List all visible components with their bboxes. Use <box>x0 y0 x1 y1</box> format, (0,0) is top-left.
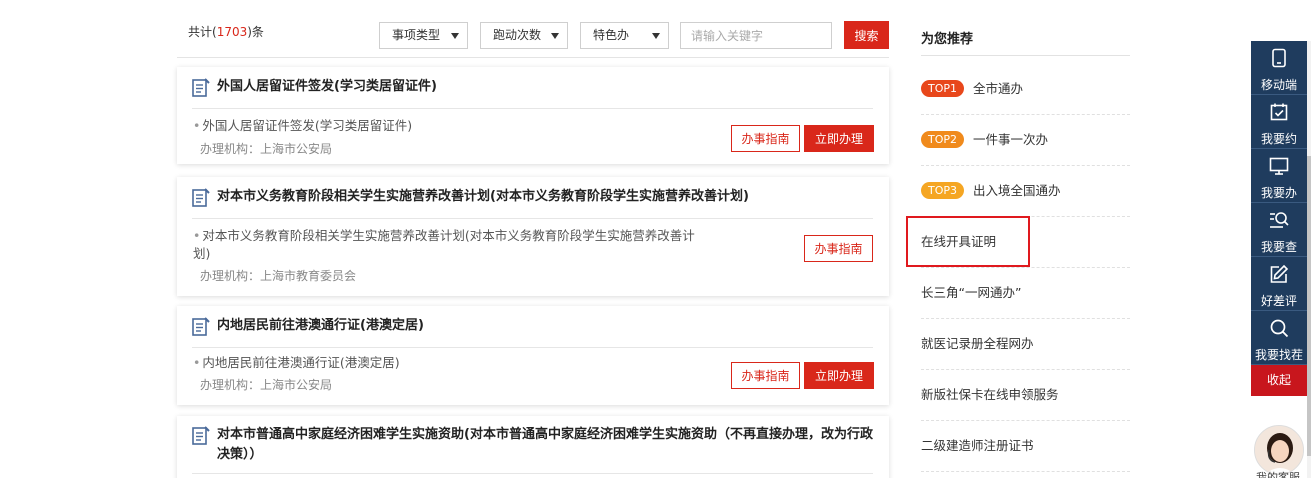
review-button[interactable]: 好差评 <box>1251 257 1307 311</box>
result-title-line2: 决策）） <box>217 447 263 462</box>
collapse-button[interactable]: 收起 <box>1251 365 1307 396</box>
result-title-line1: 对本市普通高中家庭经济困难学生实施资助(对本市普通高中家庭经济困难学生实施资助（… <box>217 427 873 442</box>
result-item-text: 内地居民前往港澳通行证(港澳定居) <box>202 355 400 370</box>
appointment-button[interactable]: 我要约 <box>1251 95 1307 149</box>
count-value: 1703 <box>216 25 248 39</box>
floating-service-bar: 移动端 我要约 我要办 我要查 好差评 我要找茬 收起 <box>1251 41 1307 396</box>
featured-select-label: 特色办 <box>593 28 630 42</box>
top-badge: TOP2 <box>921 131 965 148</box>
recommend-item[interactable]: TOP3 出入境全国通办 <box>921 166 1130 217</box>
document-icon <box>192 78 210 97</box>
edit-icon <box>1270 264 1289 283</box>
find-fault-label: 我要找茬 <box>1254 348 1303 362</box>
handle-label: 我要办 <box>1260 186 1297 200</box>
keyword-search-input[interactable] <box>680 22 832 49</box>
result-item-text: 外国人居留证件签发(学习类居留证件) <box>202 118 413 133</box>
document-icon <box>192 188 210 207</box>
count-suffix: )条 <box>247 25 264 39</box>
recommend-item-label: 一件事一次办 <box>973 132 1049 147</box>
mobile-button[interactable]: 移动端 <box>1251 41 1307 95</box>
document-icon <box>192 426 210 445</box>
recommend-divider <box>921 55 1130 56</box>
apply-now-button[interactable]: 立即办理 <box>804 125 874 152</box>
caret-down-icon <box>652 33 660 39</box>
visit-count-select-label: 跑动次数 <box>493 28 542 42</box>
result-card: 对本市普通高中家庭经济困难学生实施资助(对本市普通高中家庭经济困难学生实施资助（… <box>177 416 889 478</box>
agent-avatar-icon <box>1255 426 1303 474</box>
customer-service-avatar[interactable] <box>1254 425 1304 475</box>
scrollbar-thumb[interactable] <box>1307 156 1311 456</box>
result-card: 内地居民前往港澳通行证(港澳定居) • 内地居民前往港澳通行证(港澳定居) 办理机… <box>177 306 889 405</box>
query-label: 我要查 <box>1260 240 1297 254</box>
recommend-item-label: 长三角“一网通办” <box>921 285 1022 300</box>
card-divider <box>192 347 873 348</box>
recommend-item-label: 二级建造师注册证书 <box>921 438 1034 453</box>
handling-org: 办理机构：上海市教育委员会 <box>200 269 357 283</box>
count-prefix: 共计( <box>188 25 217 39</box>
recommend-item-label: 就医记录册全程网办 <box>921 336 1034 351</box>
recommend-item-label: 全市通办 <box>973 81 1024 96</box>
query-button[interactable]: 我要查 <box>1251 203 1307 257</box>
appointment-label: 我要约 <box>1260 132 1297 146</box>
result-item[interactable]: • 外国人居留证件签发(学习类居留证件) <box>193 117 412 135</box>
card-divider <box>192 473 873 474</box>
result-card: 对本市义务教育阶段相关学生实施营养改善计划(对本市义务教育阶段学生实施营养改善计… <box>177 177 889 296</box>
recommend-title: 为您推荐 <box>921 32 974 47</box>
recommend-item[interactable]: 二级建造师注册证书 <box>921 421 1130 472</box>
result-count: 共计(1703)条 <box>188 23 264 40</box>
result-title[interactable]: 对本市普通高中家庭经济困难学生实施资助(对本市普通高中家庭经济困难学生实施资助（… <box>217 425 877 465</box>
customer-service-label: 我的客服 <box>1256 471 1300 478</box>
recommend-item[interactable]: TOP1 全市通办 <box>921 64 1130 115</box>
item-type-select-label: 事项类型 <box>392 28 441 42</box>
caret-down-icon <box>551 33 559 39</box>
bullet-icon: • <box>193 355 201 370</box>
recommend-item-label: 出入境全国通办 <box>973 183 1061 198</box>
document-icon <box>192 317 210 336</box>
guide-button[interactable]: 办事指南 <box>731 362 800 389</box>
result-card: 外国人居留证件签发(学习类居留证件) • 外国人居留证件签发(学习类居留证件) 办… <box>177 67 889 164</box>
handling-org: 办理机构：上海市公安局 <box>200 142 333 156</box>
visit-count-select[interactable]: 跑动次数 <box>480 22 568 49</box>
calendar-check-icon <box>1270 103 1288 121</box>
recommend-item[interactable]: 长三角“一网通办” <box>921 268 1130 319</box>
top-badge: TOP3 <box>921 182 965 199</box>
guide-button[interactable]: 办事指南 <box>804 235 873 262</box>
card-divider <box>192 108 873 109</box>
search-list-icon <box>1270 212 1289 228</box>
search-icon <box>1270 319 1289 338</box>
monitor-icon <box>1269 157 1289 175</box>
result-title[interactable]: 对本市义务教育阶段相关学生实施营养改善计划(对本市义务教育阶段学生实施营养改善计… <box>217 187 749 207</box>
result-item[interactable]: • 对本市义务教育阶段相关学生实施营养改善计划(对本市义务教育阶段学生实施营养改善… <box>193 227 713 263</box>
handle-button[interactable]: 我要办 <box>1251 149 1307 203</box>
item-type-select[interactable]: 事项类型 <box>379 22 468 49</box>
result-title[interactable]: 外国人居留证件签发(学习类居留证件) <box>217 77 437 97</box>
bullet-icon: • <box>193 228 201 243</box>
recommend-item[interactable]: TOP2 一件事一次办 <box>921 115 1130 166</box>
filter-divider <box>177 57 889 58</box>
result-title[interactable]: 内地居民前往港澳通行证(港澳定居) <box>217 316 424 336</box>
recommend-item-label: 新版社保卡在线申领服务 <box>921 387 1059 402</box>
guide-button[interactable]: 办事指南 <box>731 125 800 152</box>
bullet-icon: • <box>193 118 201 133</box>
mobile-label: 移动端 <box>1260 78 1297 92</box>
result-item-text: 对本市义务教育阶段相关学生实施营养改善计划(对本市义务教育阶段学生实施营养改善计 <box>202 228 695 243</box>
recommend-item[interactable]: 新版社保卡在线申领服务 <box>921 370 1130 421</box>
result-item-text-cont: 划) <box>193 246 211 261</box>
handling-org: 办理机构：上海市公安局 <box>200 378 333 392</box>
search-button[interactable]: 搜索 <box>844 21 889 49</box>
result-item[interactable]: • 内地居民前往港澳通行证(港澳定居) <box>193 354 400 372</box>
tablet-icon <box>1272 48 1286 68</box>
highlight-box <box>906 216 1030 267</box>
review-label: 好差评 <box>1260 294 1297 308</box>
caret-down-icon <box>451 33 459 39</box>
featured-select[interactable]: 特色办 <box>580 22 669 49</box>
card-divider <box>192 218 873 219</box>
apply-now-button[interactable]: 立即办理 <box>804 362 874 389</box>
top-badge: TOP1 <box>921 80 965 97</box>
recommend-item[interactable]: 就医记录册全程网办 <box>921 319 1130 370</box>
find-fault-button[interactable]: 我要找茬 <box>1251 311 1307 365</box>
